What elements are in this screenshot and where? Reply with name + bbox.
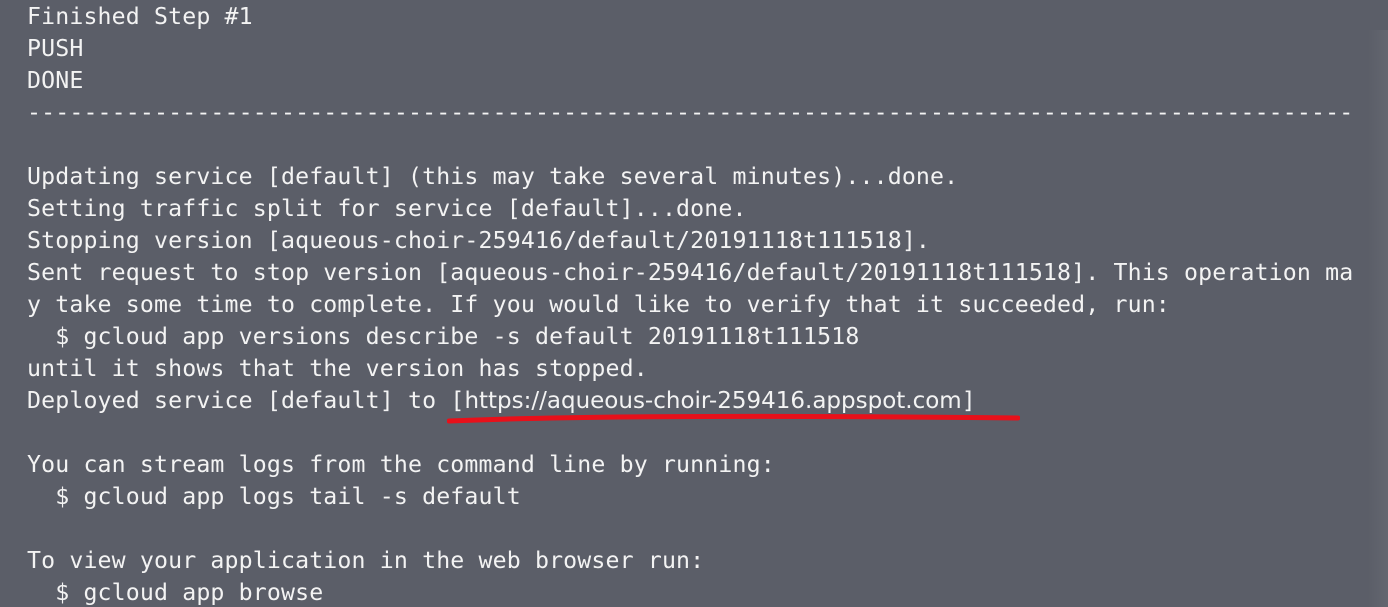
deployed-service-line: Deployed service [default] to [https://a… [27,385,1388,417]
command-line: $ gcloud app logs tail -s default [27,483,521,510]
separator-line: ----------------------------------------… [27,99,1354,126]
terminal-line: You can stream logs from the command lin… [27,451,775,478]
terminal-line: Stopping version [aqueous-choir-259416/d… [27,227,931,254]
terminal-line: Updating service [default] (this may tak… [27,163,959,190]
deployed-url-open-bracket: [ [450,387,465,414]
terminal-line: until it shows that the version has stop… [27,355,648,382]
terminal-line: Sent request to stop version [aqueous-ch… [27,259,1354,286]
terminal-line: DONE [27,67,84,94]
scroll-edge [1368,30,1388,607]
deployed-url-close-bracket: ] [961,387,976,414]
command-line: $ gcloud app versions describe -s defaul… [27,323,860,350]
terminal-output: Finished Step #1 PUSH DONE -------------… [0,0,1388,607]
terminal-line: Finished Step #1 [27,3,253,30]
command-line: $ gcloud app browse [27,579,324,606]
terminal-line: y take some time to complete. If you wou… [27,291,1170,318]
terminal-line: To view your application in the web brow… [27,547,705,574]
deployed-prefix: Deployed service [default] to [27,387,451,414]
terminal-line: PUSH [27,35,84,62]
terminal-line: Setting traffic split for service [defau… [27,195,747,222]
deployed-url-link[interactable]: https://aqueous-choir-259416.appspot.com [464,388,961,414]
